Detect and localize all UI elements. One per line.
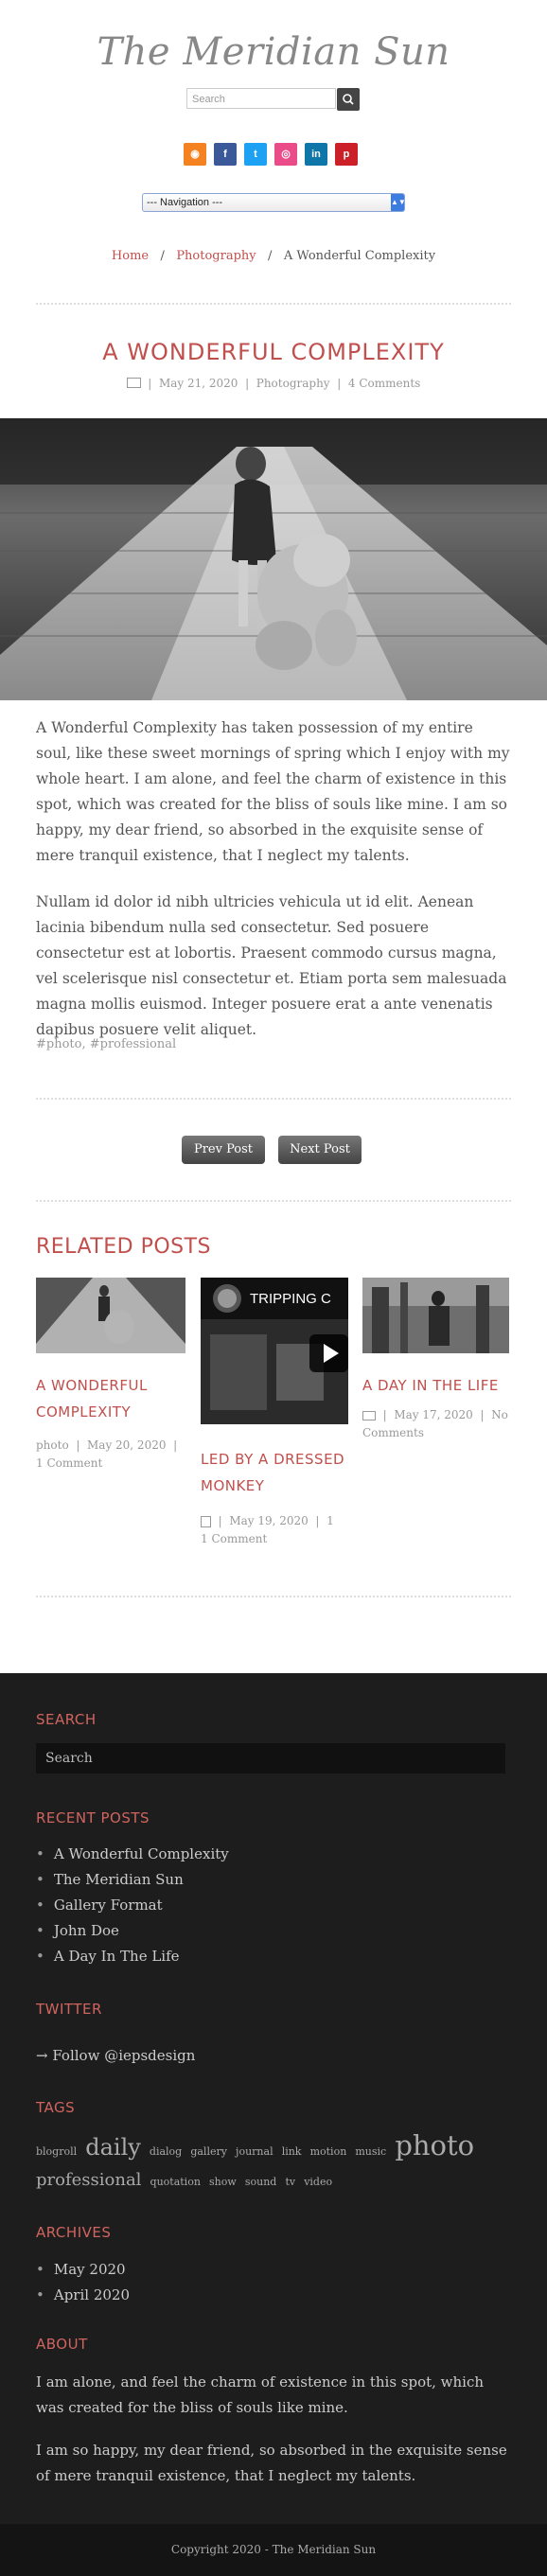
tag-link[interactable]: music [355, 2145, 386, 2158]
video-title: TRIPPING C [250, 1291, 331, 1307]
recent-post-link[interactable]: The Meridian Sun [36, 1867, 229, 1893]
related-posts-heading: RELATED POSTS [36, 1235, 212, 1259]
post-date[interactable]: May 21, 2020 [159, 377, 238, 390]
search-input[interactable]: Search [186, 88, 336, 109]
page: The Meridian Sun Search ◉ f t ◎ in p --- Navi… [0, 0, 547, 2576]
post-paragraph-2: Nullam id dolor id nibh ultricies vehicu… [36, 893, 507, 1038]
recent-post-link[interactable]: A Day In The Life [36, 1944, 229, 1969]
related-thumbnail[interactable] [36, 1278, 185, 1353]
twitter-heading: TWITTER [36, 2001, 102, 2018]
next-post-button[interactable]: Next Post [278, 1136, 362, 1164]
post-comments[interactable]: 4 Comments [348, 377, 420, 390]
divider [36, 1200, 511, 1202]
tag-cloud: blogroll daily dialog gallery journal li… [36, 2131, 481, 2197]
post-featured-image [0, 418, 547, 700]
related-meta: photo | May 20, 2020 | 1 Comment [36, 1438, 178, 1470]
related-video-thumbnail[interactable]: TRIPPING C [201, 1278, 348, 1424]
tag-link[interactable]: daily [85, 2134, 141, 2161]
tags-heading: TAGS [36, 2099, 76, 2116]
recent-posts-list: A Wonderful Complexity The Meridian Sun … [36, 1842, 229, 1969]
navigation-select[interactable]: --- Navigation --- ▲▼ [142, 193, 406, 212]
about-paragraph-2: I am so happy, my dear friend, so absorb… [36, 2442, 507, 2484]
about-paragraph-1: I am alone, and feel the charm of existe… [36, 2373, 485, 2416]
archives-heading: ARCHIVES [36, 2224, 112, 2241]
tag-link[interactable]: video [304, 2176, 332, 2188]
post-paragraph-1: A Wonderful Complexity has taken possess… [36, 719, 510, 864]
rss-icon[interactable]: ◉ [184, 143, 206, 166]
breadcrumb-home[interactable]: Home [112, 249, 149, 263]
breadcrumb-category[interactable]: Photography [176, 249, 256, 263]
related-category[interactable]: photo [36, 1438, 69, 1452]
tag-link[interactable]: gallery [190, 2145, 227, 2158]
related-comments[interactable]: 1 Comment [201, 1532, 267, 1545]
recent-post-link[interactable]: A Wonderful Complexity [36, 1842, 229, 1867]
dribbble-icon[interactable]: ◎ [274, 143, 297, 166]
post-title: A WONDERFUL COMPLEXITY [102, 339, 445, 365]
breadcrumb-current: A Wonderful Complexity [283, 249, 436, 263]
copyright: Copyright 2020 - The Meridian Sun [0, 2524, 547, 2576]
post-tags[interactable]: #photo, #professional [36, 1037, 176, 1051]
related-title[interactable]: A WONDERFUL COMPLEXITY [36, 1372, 185, 1425]
related-date[interactable]: May 17, 2020 [394, 1408, 472, 1421]
divider [36, 1098, 511, 1100]
tag-link[interactable]: sound [245, 2176, 276, 2188]
post-category[interactable]: Photography [256, 377, 330, 390]
breadcrumb-sep: / [259, 249, 280, 263]
facebook-icon[interactable]: f [214, 143, 237, 166]
related-meta: | May 19, 2020 | 1 1 Comment [201, 1514, 334, 1545]
image-format-icon [362, 1410, 376, 1420]
social-links: ◉ f t ◎ in p [184, 143, 365, 166]
video-format-icon [201, 1515, 211, 1527]
tag-link[interactable]: motion [310, 2145, 347, 2158]
footer-search-heading: SEARCH [36, 1711, 97, 1728]
tag-link[interactable]: show [209, 2176, 237, 2188]
divider [36, 303, 511, 305]
related-date[interactable]: May 19, 2020 [229, 1514, 308, 1527]
search-button[interactable] [337, 88, 360, 111]
related-thumbnail[interactable] [362, 1278, 509, 1353]
chevron-down-icon: ▲▼ [391, 194, 406, 211]
site-title[interactable]: The Meridian Sun [0, 30, 547, 74]
tag-link[interactable]: link [282, 2145, 302, 2158]
twitter-icon[interactable]: t [244, 143, 267, 166]
recent-post-link[interactable]: John Doe [36, 1918, 229, 1944]
breadcrumb: Home / Photography / A Wonderful Complex… [0, 249, 547, 263]
tag-link[interactable]: blogroll [36, 2145, 77, 2158]
image-format-icon [126, 378, 141, 388]
about-heading: ABOUT [36, 2336, 88, 2353]
search-icon [343, 94, 354, 105]
tag-link[interactable]: tv [285, 2176, 295, 2188]
tag-link[interactable]: photo [395, 2129, 474, 2161]
pinterest-icon[interactable]: p [335, 143, 358, 166]
twitter-follow-link[interactable]: → Follow @iepsdesign [36, 2043, 511, 2069]
related-comments[interactable]: 1 Comment [36, 1456, 102, 1470]
breadcrumb-sep: / [152, 249, 173, 263]
post-meta: | May 21, 2020 | Photography | 4 Comment… [0, 377, 547, 390]
related-title[interactable]: A DAY IN THE LIFE [362, 1372, 509, 1399]
navigation-selected: --- Navigation --- [147, 197, 223, 208]
tag-link[interactable]: dialog [150, 2145, 182, 2158]
header-search: Search [186, 88, 361, 111]
archives-list: May 2020 April 2020 [36, 2257, 130, 2308]
tag-link[interactable]: quotation [150, 2176, 201, 2188]
tag-link[interactable]: journal [236, 2145, 274, 2158]
recent-post-link[interactable]: Gallery Format [36, 1893, 229, 1918]
linkedin-icon[interactable]: in [305, 143, 327, 166]
related-title[interactable]: LED BY A DRESSED MONKEY [201, 1446, 348, 1499]
tag-link[interactable]: professional [36, 2170, 141, 2190]
related-date[interactable]: May 20, 2020 [87, 1438, 166, 1452]
recent-posts-heading: RECENT POSTS [36, 1809, 150, 1826]
prev-post-button[interactable]: Prev Post [182, 1136, 265, 1164]
footer: SEARCH Search RECENT POSTS A Wonderful C… [0, 1673, 547, 2524]
divider [36, 1596, 511, 1597]
archive-link[interactable]: May 2020 [36, 2257, 130, 2283]
footer-search-input[interactable]: Search [36, 1743, 505, 1773]
related-meta: | May 17, 2020 | No Comments [362, 1408, 508, 1439]
archive-link[interactable]: April 2020 [36, 2283, 130, 2308]
